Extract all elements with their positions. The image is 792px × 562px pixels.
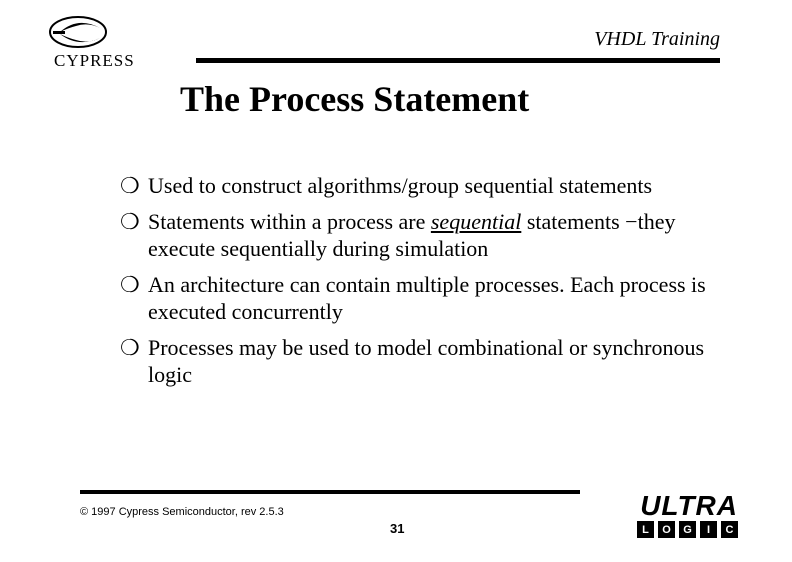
page-number: 31 (390, 521, 404, 536)
brand-logo: CYPRESS (48, 14, 135, 75)
bullet-icon: ❍ (120, 208, 148, 236)
bullet-item: ❍ Processes may be used to model combina… (120, 334, 712, 389)
logic-letters-row: L O G I C (637, 521, 738, 538)
bullet-icon: ❍ (120, 271, 148, 299)
logic-letter: G (679, 521, 696, 538)
ultra-logo-text: ULTRA (637, 495, 738, 517)
document-title: VHDL Training (594, 28, 720, 51)
footer-logo: ULTRA L O G I C (637, 495, 738, 538)
logic-letter: O (658, 521, 675, 538)
bullet-item: ❍ An architecture can contain multiple p… (120, 271, 712, 326)
bullet-text: Statements within a process are sequenti… (148, 208, 712, 263)
content-area: ❍ Used to construct algorithms/group seq… (120, 172, 712, 397)
logic-letter: C (721, 521, 738, 538)
header: CYPRESS VHDL Training (0, 0, 792, 18)
bullet-icon: ❍ (120, 334, 148, 362)
brand-name: CYPRESS (54, 51, 135, 71)
bullet-text: Processes may be used to model combinati… (148, 334, 712, 389)
bullet-item: ❍ Used to construct algorithms/group seq… (120, 172, 712, 200)
logic-letter: L (637, 521, 654, 538)
slide-title: The Process Statement (180, 78, 529, 120)
bullet-text: Used to construct algorithms/group seque… (148, 172, 712, 200)
logic-letter: I (700, 521, 717, 538)
copyright-text: © 1997 Cypress Semiconductor, rev 2.5.3 (80, 506, 284, 518)
header-divider (196, 58, 720, 63)
slide: CYPRESS VHDL Training The Process Statem… (0, 0, 792, 562)
footer-divider (80, 490, 580, 494)
cypress-logo-icon (48, 14, 118, 50)
bullet-text: An architecture can contain multiple pro… (148, 271, 712, 326)
bullet-item: ❍ Statements within a process are sequen… (120, 208, 712, 263)
bullet-icon: ❍ (120, 172, 148, 200)
